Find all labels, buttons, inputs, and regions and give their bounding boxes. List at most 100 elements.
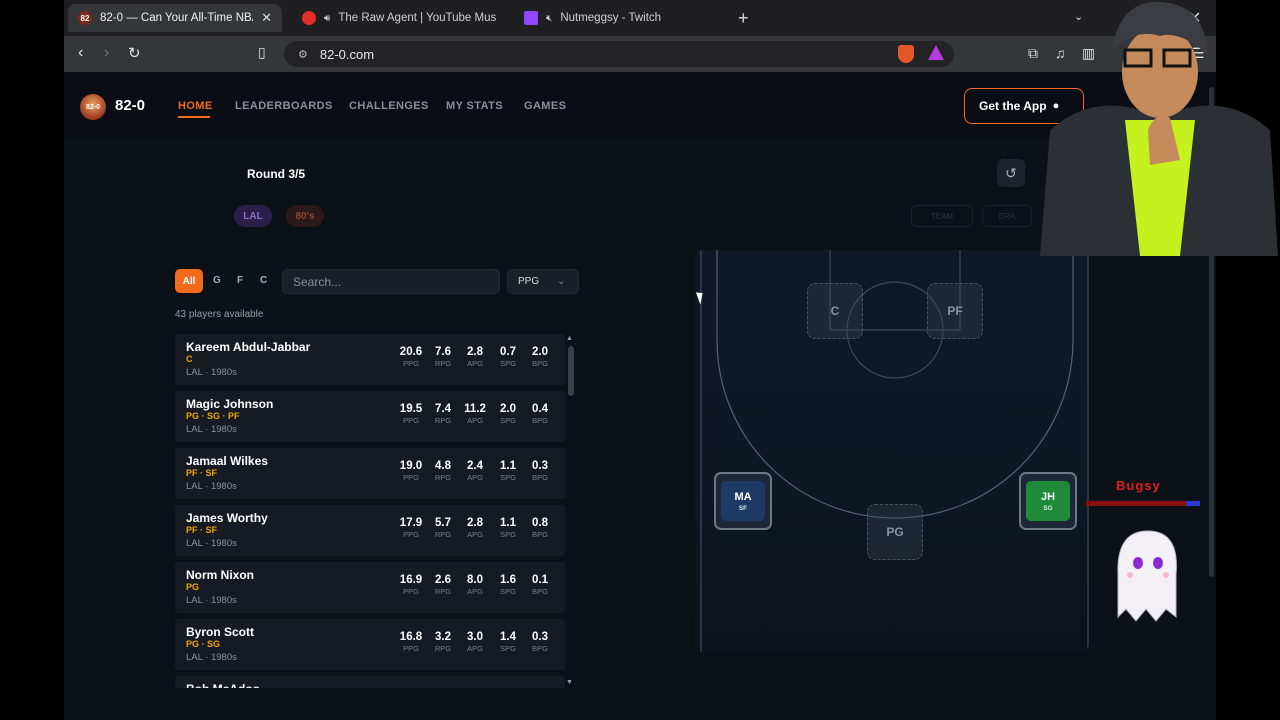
stat-label: BPG — [532, 359, 548, 368]
stat-label: SPG — [500, 587, 516, 596]
slot-pg[interactable]: PG — [867, 504, 923, 560]
back-icon[interactable]: ‹ — [78, 44, 83, 62]
nav-active-indicator — [178, 116, 210, 118]
chevron-down-icon: ⌄ — [557, 276, 566, 287]
player-initials: JH — [1040, 490, 1056, 503]
muted-icon[interactable]: 🔇︎ — [546, 13, 552, 24]
player-position: SF — [738, 504, 748, 512]
stat-value: 7.4 — [435, 403, 451, 415]
reroll-era-label: ERA — [998, 211, 1016, 221]
stat-label: SPG — [500, 359, 516, 368]
slot-pf[interactable]: PF — [927, 283, 983, 339]
stat-value: 0.4 — [532, 403, 548, 415]
bookmark-icon[interactable]: ▯ — [258, 44, 266, 61]
stat-label: PPG — [403, 644, 419, 653]
stat-value: 1.1 — [500, 460, 516, 472]
player-row[interactable]: Jamaal Wilkes PF · SF LAL · 1980s 19.0 PPG 4.… — [175, 448, 565, 499]
player-row[interactable]: Byron Scott PG · SG LAL · 1980s 16.8 PPG 3.2 R… — [175, 619, 565, 670]
player-row[interactable]: James Worthy PF · SF LAL · 1980s 17.9 PPG 5.7… — [175, 505, 565, 556]
logo-text: 82-0 — [85, 103, 100, 111]
stat-label: PPG — [403, 416, 419, 425]
sort-select[interactable]: PPG ⌄ — [507, 269, 579, 294]
era-chip: 80's — [286, 205, 324, 227]
stat-rpg: 4.8 RPG — [426, 460, 460, 482]
tab-title: 82-0 — Can Your All-Time NBA R — [100, 12, 253, 24]
stat-apg: 2.4 APG — [458, 460, 492, 482]
search-input[interactable]: Search... — [282, 269, 500, 294]
filter-all-button[interactable]: All — [175, 269, 203, 293]
bugsy-health-bar-end — [1186, 501, 1200, 506]
filter-f-button[interactable]: F — [237, 275, 243, 286]
slot-sf-card[interactable]: MA SF — [714, 472, 772, 530]
nav-challenges[interactable]: CHALLENGES — [349, 100, 429, 112]
nav-my-stats[interactable]: MY STATS — [446, 100, 503, 112]
new-tab-button[interactable]: + — [738, 8, 749, 29]
nav-games[interactable]: GAMES — [524, 100, 566, 112]
player-positions: PF · SF — [186, 468, 217, 478]
stat-bpg: 0.8 BPG — [523, 517, 557, 539]
stat-bpg: 0.3 BPG — [523, 631, 557, 653]
reroll-era-button[interactable]: ERA — [982, 205, 1032, 227]
stat-label: APG — [467, 644, 483, 653]
logo[interactable]: 82-0 — [80, 94, 106, 120]
list-scrollbar-thumb[interactable] — [568, 346, 574, 396]
player-row[interactable]: Norm Nixon PG LAL · 1980s 16.9 PPG 2.6 RPG 8.0 A… — [175, 562, 565, 613]
player-team-era: LAL · 1980s — [186, 424, 237, 435]
stat-label: SPG — [500, 416, 516, 425]
scroll-down-icon[interactable]: ▼ — [566, 679, 573, 686]
stat-rpg: 5.7 RPG — [426, 517, 460, 539]
slot-c[interactable]: C — [807, 283, 863, 339]
stat-ppg: 17.9 PPG — [394, 517, 428, 539]
tab-youtube-music[interactable]: 🔊︎ The Raw Agent | YouTube Music — [292, 4, 496, 32]
nav-leaderboards[interactable]: LEADERBOARDS — [235, 100, 333, 112]
filter-c-button[interactable]: C — [260, 275, 267, 286]
stat-label: SPG — [500, 530, 516, 539]
stat-label: PPG — [403, 587, 419, 596]
url-text: 82-0.com — [319, 46, 375, 62]
bugsy-health-bar — [1086, 501, 1198, 506]
player-name: Bob McAdoo — [186, 682, 260, 688]
search-placeholder: Search... — [293, 274, 342, 289]
stat-ppg: 16.9 PPG — [394, 574, 428, 596]
tab-twitch[interactable]: 🔇︎ Nutmeggsy - Twitch — [514, 4, 714, 32]
stat-label: BPG — [532, 530, 548, 539]
reroll-team-label: TEAM — [930, 211, 954, 221]
team-chip: LAL — [234, 205, 272, 227]
brave-rewards-icon[interactable] — [928, 45, 944, 60]
address-bar[interactable]: ⚙ 82-0.com — [284, 41, 954, 67]
player-team-era: LAL · 1980s — [186, 367, 237, 378]
player-name: Kareem Abdul-Jabbar — [186, 340, 311, 354]
stat-value: 0.3 — [532, 460, 548, 472]
stat-value: 11.2 — [464, 403, 486, 415]
player-positions: PF · SF — [186, 525, 217, 535]
close-icon[interactable]: ✕ — [261, 10, 272, 26]
reload-icon[interactable]: ↻ — [128, 44, 141, 62]
filter-g-button[interactable]: G — [213, 275, 221, 286]
streamer-avatar — [1040, 1, 1278, 256]
player-name: Jamaal Wilkes — [186, 454, 268, 468]
stat-value: 7.6 — [435, 346, 451, 358]
stat-spg: 1.1 SPG — [491, 460, 525, 482]
forward-icon[interactable]: › — [104, 44, 109, 62]
stat-apg: 2.8 APG — [458, 346, 492, 368]
player-team-era: LAL · 1980s — [186, 652, 237, 663]
nav-home[interactable]: HOME — [178, 100, 213, 112]
stat-value: 17.9 — [399, 517, 423, 529]
brand-name[interactable]: 82-0 — [115, 97, 145, 114]
player-name: Byron Scott — [186, 625, 255, 639]
tab-82-0[interactable]: 82 82-0 — Can Your All-Time NBA R ✕ — [68, 4, 282, 32]
scroll-up-icon[interactable]: ▲ — [566, 335, 573, 342]
stat-value: 16.9 — [399, 574, 423, 586]
reset-button[interactable]: ↺ — [997, 159, 1025, 187]
player-team-era: LAL · 1980s — [186, 481, 237, 492]
slot-sg-card[interactable]: JH SG — [1019, 472, 1077, 530]
player-row[interactable]: Bob McAdoo — [175, 676, 565, 688]
player-row[interactable]: Kareem Abdul-Jabbar C LAL · 1980s 20.6 PPG 7.… — [175, 334, 565, 385]
stat-label: BPG — [532, 473, 548, 482]
reroll-team-button[interactable]: TEAM — [911, 205, 973, 227]
player-row[interactable]: Magic Johnson PG · SG · PF LAL · 1980s 19.5… — [175, 391, 565, 442]
reset-icon: ↺ — [1005, 164, 1017, 181]
brave-shield-icon[interactable] — [898, 45, 914, 63]
site-settings-icon[interactable]: ⚙ — [298, 48, 308, 61]
audio-playing-icon[interactable]: 🔊︎ — [324, 13, 330, 24]
